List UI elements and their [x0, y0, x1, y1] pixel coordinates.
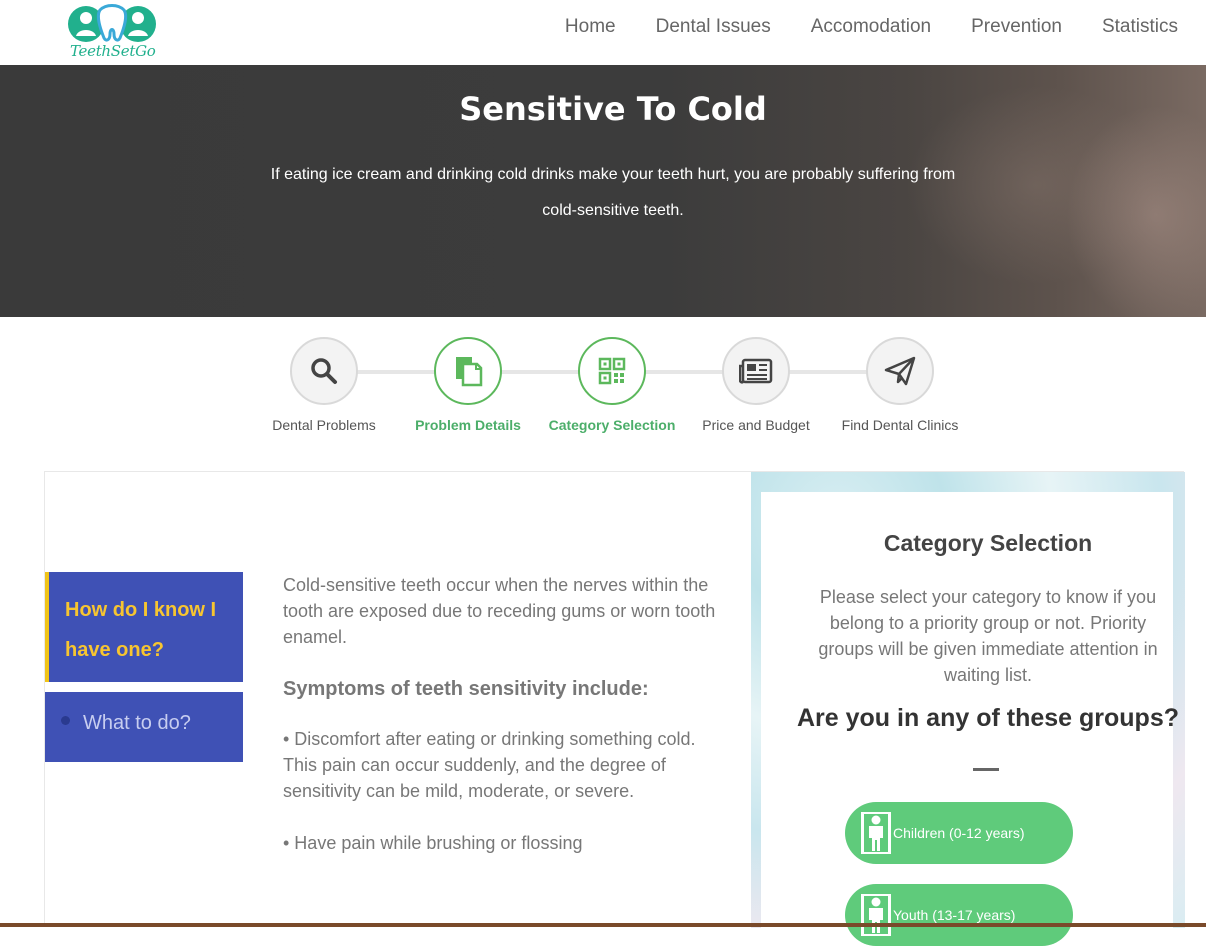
step-label: Price and Budget	[702, 417, 810, 433]
children-group-button[interactable]: Children (0-12 years)	[845, 802, 1073, 864]
tab-label: have one?	[65, 639, 164, 661]
person-icon	[861, 812, 891, 854]
group-label: Youth (13-17 years)	[893, 907, 1016, 923]
groups-question: Are you in any of these groups?	[797, 704, 1179, 732]
step-label: Dental Problems	[272, 417, 376, 433]
symptoms-heading: Symptoms of teeth sensitivity include:	[283, 678, 649, 700]
step-circle[interactable]	[290, 337, 358, 405]
intro-paragraph: Cold-sensitive teeth occur when the nerv…	[283, 575, 716, 647]
nav-prevention[interactable]: Prevention	[971, 16, 1062, 38]
paper-plane-icon	[884, 356, 916, 386]
step-circle[interactable]	[434, 337, 502, 405]
youth-group-button[interactable]: Youth (13-17 years)	[845, 884, 1073, 946]
tooth-family-logo-icon	[68, 4, 156, 42]
step-dental-problems[interactable]: Dental Problems	[244, 337, 404, 433]
step-price-and-budget[interactable]: Price and Budget	[676, 337, 836, 433]
step-label: Category Selection	[548, 417, 676, 433]
group-label: Children (0-12 years)	[893, 825, 1025, 841]
tab-label: How do I know I	[65, 599, 217, 621]
search-icon	[311, 358, 337, 384]
nav-accomodation[interactable]: Accomodation	[811, 16, 931, 38]
footer-edge	[0, 923, 1206, 927]
tab-how-do-i-know[interactable]: How do I know I have one?	[45, 572, 243, 682]
newspaper-icon	[739, 358, 773, 384]
main-nav: Home Dental Issues Accomodation Preventi…	[565, 16, 1178, 38]
progress-steps: Dental Problems Problem Details Category…	[0, 317, 1206, 467]
tab-label: What to do?	[83, 712, 191, 734]
content-card: How do I know I have one? What to do? Co…	[44, 471, 1185, 946]
bullet-dot-icon	[61, 716, 70, 725]
step-find-dental-clinics[interactable]: Find Dental Clinics	[820, 337, 980, 433]
step-circle[interactable]	[866, 337, 934, 405]
step-label: Find Dental Clinics	[841, 417, 959, 433]
tab-what-to-do[interactable]: What to do?	[45, 692, 243, 762]
divider	[973, 768, 999, 771]
step-label: Problem Details	[415, 417, 521, 433]
panel-description: Please select your category to know if y…	[818, 587, 1158, 685]
navbar: TeethSetGo Home Dental Issues Accomodati…	[0, 0, 1206, 65]
nav-home[interactable]: Home	[565, 16, 616, 38]
qr-code-icon	[598, 357, 626, 385]
teethsetgo-logo[interactable]: TeethSetGo	[64, 2, 160, 62]
hero-title: Sensitive To Cold	[459, 90, 767, 128]
symptom-item: • Have pain while brushing or flossing	[283, 833, 583, 853]
category-selection-panel: Category Selection Please select your ca…	[761, 492, 1179, 946]
logo-wordmark: TeethSetGo	[70, 42, 156, 60]
symptom-item: • Discomfort after eating or drinking so…	[283, 729, 696, 801]
step-circle[interactable]	[722, 337, 790, 405]
step-problem-details[interactable]: Problem Details	[388, 337, 548, 433]
tab-content: Cold-sensitive teeth occur when the nerv…	[283, 572, 723, 882]
step-circle[interactable]	[578, 337, 646, 405]
hero-description: If eating ice cream and drinking cold dr…	[270, 166, 956, 219]
document-icon	[456, 357, 483, 387]
step-category-selection[interactable]: Category Selection	[532, 337, 692, 433]
nav-dental-issues[interactable]: Dental Issues	[656, 16, 771, 38]
hero-banner: Sensitive To Cold If eating ice cream an…	[0, 65, 1206, 317]
panel-title: Category Selection	[883, 530, 1093, 556]
nav-statistics[interactable]: Statistics	[1102, 16, 1178, 38]
person-icon	[861, 894, 891, 936]
